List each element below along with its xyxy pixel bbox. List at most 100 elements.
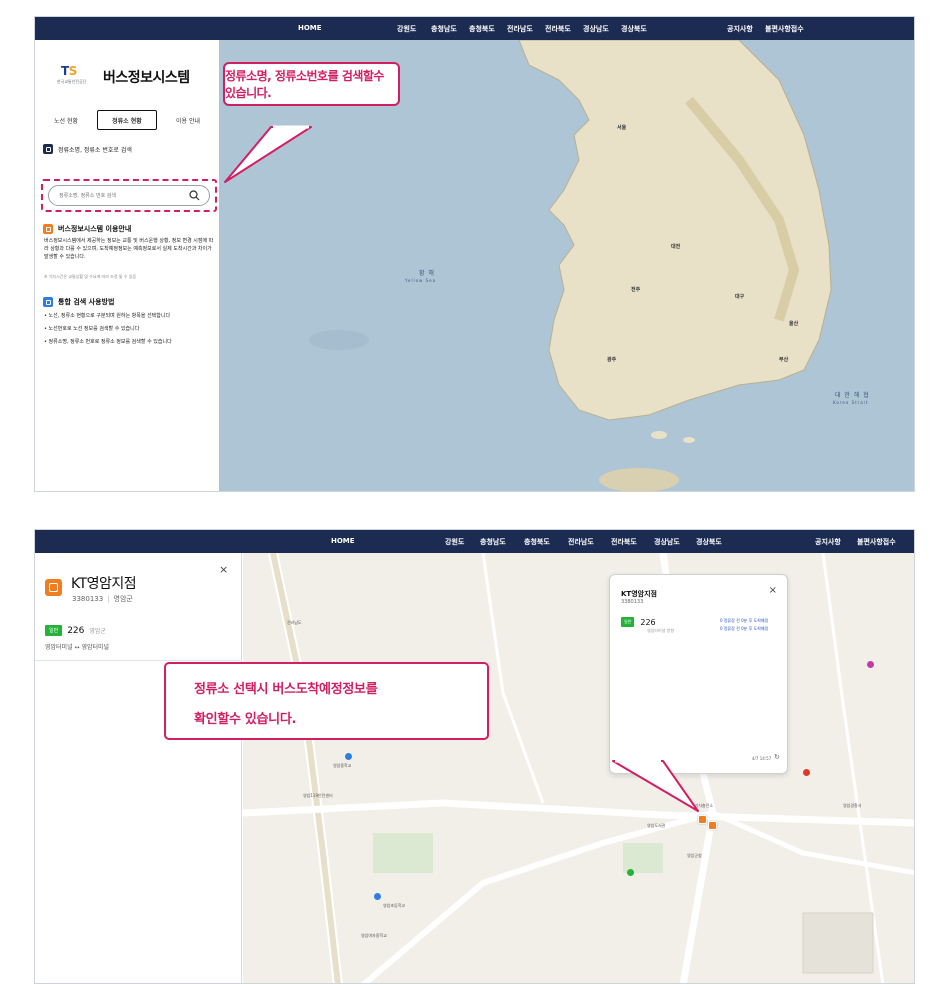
sea-label-east-en: Korea Strait	[833, 400, 869, 405]
school-icon[interactable]	[345, 753, 352, 760]
nav-region-chungbuk[interactable]: 충청북도	[469, 24, 495, 34]
korea-map[interactable]: 황 해 Yellow Sea 대 한 해 협 Korea Strait 서울 대…	[219, 40, 914, 491]
arrival-callout-line1: 정류소 선택시 버스도착예정정보를	[194, 682, 378, 697]
tab-route-status[interactable]: 노선 현황	[43, 110, 89, 130]
arrival-info-2: 0 정류장 전 0분 후 도착예정	[720, 626, 769, 631]
city-label: 전주	[631, 287, 641, 293]
search-section-header: 정류소명, 정류소 번호로 검색	[43, 144, 132, 154]
usage-section-header: 통합 검색 사용방법	[43, 297, 114, 307]
app-title: 버스정보시스템	[103, 70, 190, 86]
nav-region-gyeongbuk[interactable]: 경상북도	[621, 24, 647, 34]
popup-stop-name: KT영암지점	[621, 590, 657, 598]
arrival-popup: KT영암지점 3380133 × 일반 226 영암터미널 방향 0 정류장 전…	[609, 574, 788, 774]
route-type-badge: 일반	[621, 617, 635, 627]
city-label: 광주	[607, 357, 617, 363]
poi-label: 영암119안전센터	[303, 793, 333, 798]
school-icon[interactable]	[627, 869, 634, 876]
poi-label: 영암경찰서	[843, 803, 862, 808]
arrival-info-1: 0 정류장 전 0분 후 도착예정	[720, 618, 769, 623]
poi-label: 전기차충전소	[691, 803, 714, 808]
nav-region-gyeongnam[interactable]: 경상남도	[583, 24, 609, 34]
info-note: ※ 익차시간은 교통상황 및 수요에 따라 조정 될 수 있음	[44, 274, 137, 279]
sidebar: TS 한국교통안전공단 버스정보시스템 노선 현황 정류소 현황 이용 안내 정…	[35, 40, 219, 491]
logo[interactable]: TS 한국교통안전공단 버스정보시스템	[57, 64, 190, 88]
stop-search-input[interactable]	[59, 190, 184, 202]
fire-station-icon[interactable]	[803, 769, 810, 776]
stop-id: 3380133	[72, 595, 104, 603]
nav-notice[interactable]: 공지사항	[815, 537, 841, 547]
usage-item: • 정류소명, 정류소 번호로 정류소 정보를 검색할 수 있습니다	[44, 339, 172, 345]
nav-region-jeonnam[interactable]: 전라남도	[507, 24, 533, 34]
city-label: 대구	[735, 294, 745, 300]
bus-icon	[43, 297, 53, 307]
route-item[interactable]: 일반 226 영암군	[45, 625, 106, 636]
bus-icon	[43, 224, 53, 234]
nav-home[interactable]: HOME	[331, 537, 355, 545]
nav-region-jeonbuk[interactable]: 전라북도	[545, 24, 571, 34]
nav-region-gyeongbuk[interactable]: 경상북도	[696, 537, 722, 547]
info-body: 버스정보시스템에서 제공하는 정보는 교통 및 버스운행 상황, 정보 변경 시…	[44, 238, 214, 260]
search-section-label: 정류소명, 정류소 번호로 검색	[58, 146, 132, 154]
tab-stop-status[interactable]: 정류소 현황	[97, 110, 157, 130]
nav-region-chungbuk[interactable]: 충청북도	[524, 537, 550, 547]
route-area: 영암군	[89, 628, 106, 635]
popup-route[interactable]: 일반 226	[621, 617, 661, 627]
search-icon[interactable]	[189, 190, 200, 201]
route-direction: 영암터미널 방향	[647, 628, 675, 633]
logo-subtitle: 한국교통안전공단	[57, 79, 87, 84]
nav-region-gangwon[interactable]: 강원도	[397, 24, 416, 34]
city-label: 울산	[789, 321, 799, 327]
route-number: 226	[640, 617, 656, 627]
route-direction: 영암터미널 ↔ 영암터미널	[45, 644, 110, 651]
search-highlight-box	[41, 179, 217, 212]
nav-region-gyeongnam[interactable]: 경상남도	[654, 537, 680, 547]
city-label: 서울	[617, 125, 627, 131]
nav-region-gangwon[interactable]: 강원도	[445, 537, 464, 547]
search-callout: 정류소명, 정류소번호를 검색할수 있습니다.	[223, 62, 400, 106]
usage-item: • 노선번호로 노선 정보를 검색할 수 있습니다	[44, 326, 140, 332]
stop-detail-panel: × KT영암지점 3380133 | 영암군 일반 226 영암군 영암터미널 ↔ …	[35, 553, 242, 983]
route-type-badge: 일반	[45, 625, 63, 636]
arrival-callout-line2: 확인할수 있습니다.	[194, 712, 297, 727]
close-icon[interactable]: ×	[769, 585, 777, 596]
stop-meta: 3380133 | 영암군	[72, 595, 133, 603]
poi-label: 전라남도	[287, 620, 302, 625]
screenshot-stop-detail: HOME 강원도 충청남도 충청북도 전라남도 전라북도 경상남도 경상북도 공…	[34, 529, 915, 984]
nav-region-chungnam[interactable]: 충청남도	[431, 24, 457, 34]
nav-complaint[interactable]: 불편사항접수	[857, 537, 896, 547]
sea-label-west: 황 해	[419, 270, 435, 277]
bus-stop-icon	[43, 144, 53, 154]
close-icon[interactable]: ×	[219, 563, 228, 576]
city-label: 대전	[671, 244, 681, 250]
tab-bar: 노선 현황 정류소 현황 이용 안내	[43, 110, 211, 130]
nav-home[interactable]: HOME	[298, 24, 322, 32]
sea-label-west-en: Yellow Sea	[405, 278, 437, 283]
route-number: 226	[67, 625, 85, 636]
screenshot-search: HOME 강원도 충청남도 충청북도 전라남도 전라북도 경상남도 경상북도 공…	[34, 16, 915, 492]
nav-notice[interactable]: 공지사항	[727, 24, 753, 34]
popup-stop-id: 3380133	[621, 599, 644, 605]
search-callout-text: 정류소명, 정류소번호를 검색할수 있습니다.	[225, 69, 384, 100]
top-navigation: HOME 강원도 충청남도 충청북도 전라남도 전라북도 경상남도 경상북도 공…	[35, 530, 914, 553]
divider	[35, 660, 242, 661]
hospital-icon[interactable]	[867, 661, 874, 668]
usage-item: • 노선, 정류소 현황으로 구분되며 원하는 항목을 선택합니다	[44, 313, 171, 319]
tab-usage-guide[interactable]: 이용 안내	[165, 110, 211, 130]
arrival-callout: 정류소 선택시 버스도착예정정보를 확인할수 있습니다.	[164, 662, 489, 740]
stop-search-box[interactable]	[48, 185, 210, 206]
bus-stop-marker[interactable]	[698, 815, 707, 824]
school-icon[interactable]	[374, 893, 381, 900]
nav-region-jeonbuk[interactable]: 전라북도	[611, 537, 637, 547]
info-title: 버스정보시스템 이용안내	[58, 225, 132, 233]
nav-complaint[interactable]: 불편사항접수	[765, 24, 804, 34]
poi-label: 영암군청	[687, 853, 702, 858]
refresh-icon[interactable]: ↻	[774, 753, 780, 761]
bus-stop-marker[interactable]	[708, 821, 717, 830]
nav-region-chungnam[interactable]: 충청남도	[480, 537, 506, 547]
street-map[interactable]: 전라남도 영암군청 영암도서관 영암경찰서 영암초등학교 영암중학교 전기차충전…	[243, 553, 914, 983]
bus-stop-icon	[45, 579, 62, 596]
nav-region-jeonnam[interactable]: 전라남도	[568, 537, 594, 547]
info-section-header: 버스정보시스템 이용안내	[43, 224, 131, 234]
poi-label: 영암중학교	[333, 763, 352, 768]
poi-label: 영암초등학교	[383, 903, 406, 908]
